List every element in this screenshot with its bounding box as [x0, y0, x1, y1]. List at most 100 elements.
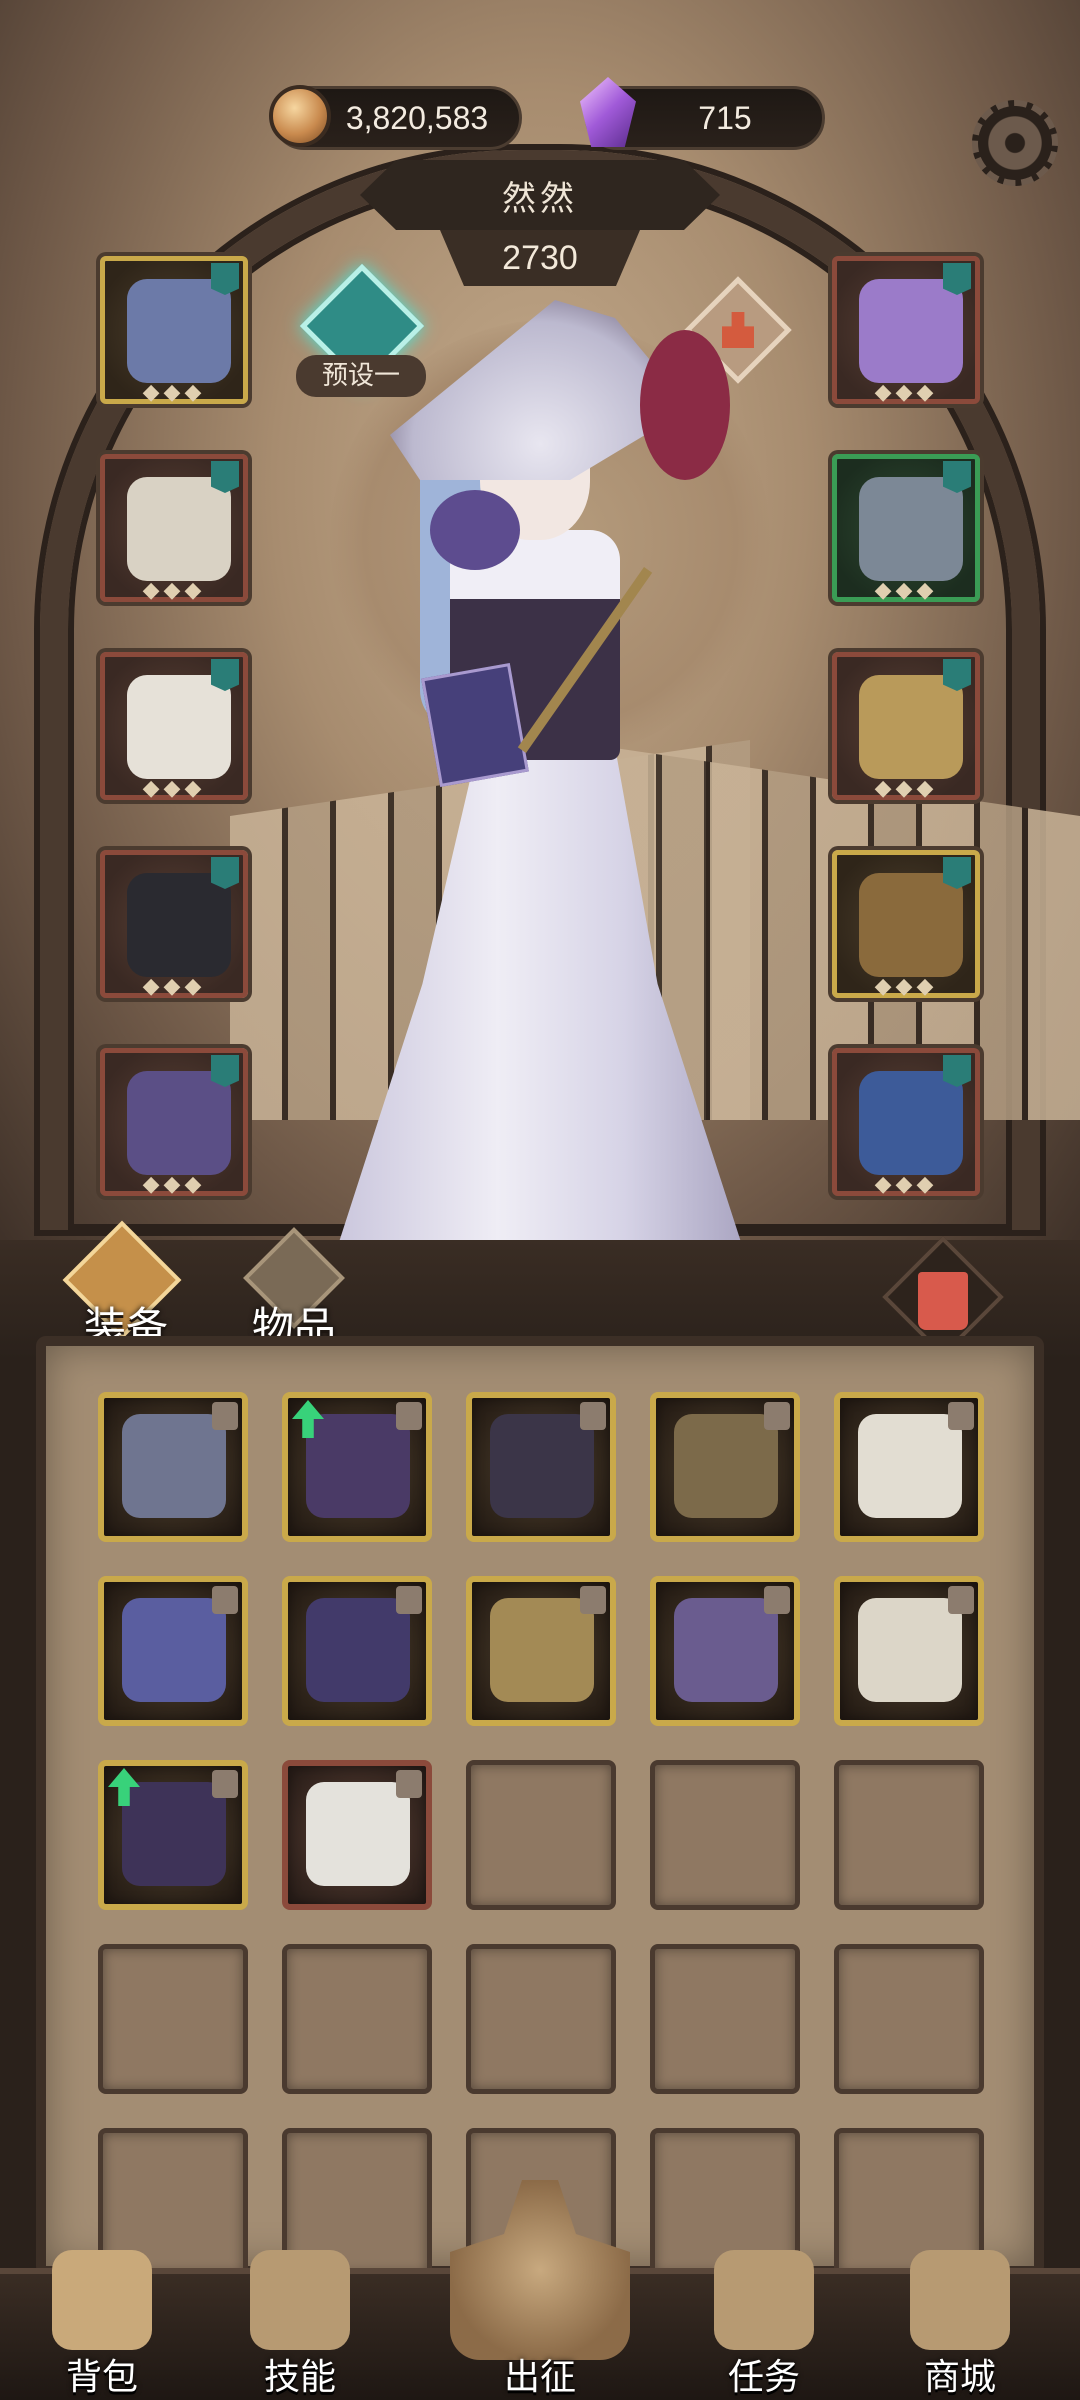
shoulder-icon — [859, 477, 963, 581]
inventory-item[interactable] — [98, 1760, 248, 1910]
hero-character — [250, 290, 810, 1280]
nav-backpack[interactable]: 背包 — [12, 2250, 192, 2400]
bookmark-icon — [211, 659, 239, 691]
bookmark-icon — [211, 1055, 239, 1087]
nav-label: 技能 — [263, 2357, 336, 2398]
inventory-item[interactable] — [282, 1576, 432, 1726]
settings-gear-icon[interactable] — [972, 100, 1058, 186]
socket-icon: ◆◆◆ — [142, 380, 206, 405]
nav-shop[interactable]: 商城 — [870, 2250, 1050, 2400]
socket-icon: ◆◆◆ — [142, 974, 206, 999]
nav-battle[interactable]: 出征 — [450, 2250, 630, 2400]
coin-counter[interactable]: 3,820,583 — [269, 85, 522, 150]
socket-icon: ◆◆◆ — [874, 578, 938, 603]
item-icon — [490, 1414, 594, 1518]
boots-icon — [127, 1071, 231, 1175]
inventory-empty-slot — [650, 1944, 800, 2094]
necklace-icon — [859, 279, 963, 383]
inventory-empty-slot — [98, 1944, 248, 2094]
inventory-item[interactable] — [834, 1576, 984, 1726]
bookmark-icon — [211, 461, 239, 493]
item-icon — [858, 1414, 962, 1518]
inventory-item[interactable] — [650, 1576, 800, 1726]
nav-label: 任务 — [727, 2357, 800, 2398]
socket-icon: ◆◆◆ — [142, 578, 206, 603]
weapon-slot[interactable]: ◆◆◆ — [832, 850, 980, 999]
boots-slot[interactable]: ◆◆◆ — [100, 1048, 248, 1197]
quest-icon — [714, 2250, 814, 2350]
item-icon — [306, 1414, 410, 1518]
hero-dress — [330, 750, 750, 1270]
nav-label: 出征 — [503, 2357, 576, 2398]
inventory-item[interactable] — [466, 1392, 616, 1542]
shield-icon — [859, 1071, 963, 1175]
item-icon — [490, 1598, 594, 1702]
lock-icon[interactable] — [948, 1586, 974, 1614]
lock-icon[interactable] — [764, 1402, 790, 1430]
gem-counter[interactable]: 715 — [580, 77, 825, 150]
bookmark-icon — [943, 659, 971, 691]
helmet-icon — [127, 279, 231, 383]
inventory-item[interactable] — [466, 1576, 616, 1726]
hero-name: 然然 — [502, 178, 578, 219]
ring-slot[interactable]: ◆◆◆ — [832, 652, 980, 801]
trash-icon — [918, 1272, 968, 1330]
gloves-slot[interactable]: ◆◆◆ — [100, 652, 248, 801]
lock-icon[interactable] — [764, 1586, 790, 1614]
lock-icon[interactable] — [580, 1586, 606, 1614]
lock-icon[interactable] — [396, 1770, 422, 1798]
spellbook — [421, 663, 529, 787]
item-icon — [122, 1598, 226, 1702]
lock-icon[interactable] — [212, 1586, 238, 1614]
item-icon — [122, 1414, 226, 1518]
socket-icon: ◆◆◆ — [142, 1172, 206, 1197]
lock-icon[interactable] — [212, 1770, 238, 1798]
inventory-empty-slot — [282, 1944, 432, 2094]
bookmark-icon — [943, 461, 971, 493]
lock-icon[interactable] — [580, 1402, 606, 1430]
skills-icon — [250, 2250, 350, 2350]
hero-power-plate: 2730 — [440, 230, 640, 286]
nav-skills[interactable]: 技能 — [210, 2250, 390, 2400]
helmet-slot[interactable]: ◆◆◆ — [100, 256, 248, 405]
item-icon — [306, 1598, 410, 1702]
armor-icon — [127, 477, 231, 581]
item-icon — [306, 1782, 410, 1886]
inventory-item[interactable] — [282, 1760, 432, 1910]
item-icon — [674, 1598, 778, 1702]
item-icon — [674, 1414, 778, 1518]
inventory-item[interactable] — [650, 1392, 800, 1542]
lock-icon[interactable] — [948, 1402, 974, 1430]
hero-power: 2730 — [502, 238, 578, 277]
lock-icon[interactable] — [396, 1402, 422, 1430]
necklace-slot[interactable]: ◆◆◆ — [832, 256, 980, 405]
hat-lining — [640, 330, 730, 480]
backpack-icon — [52, 2250, 152, 2350]
weapon-icon — [859, 873, 963, 977]
nav-quest[interactable]: 任务 — [674, 2250, 854, 2400]
shield-slot[interactable]: ◆◆◆ — [832, 1048, 980, 1197]
bookmark-icon — [943, 857, 971, 889]
shoulder-flower — [430, 490, 520, 570]
inventory-item[interactable] — [98, 1392, 248, 1542]
armor-slot[interactable]: ◆◆◆ — [100, 454, 248, 603]
inventory-grid — [36, 1336, 1044, 2278]
pants-slot[interactable]: ◆◆◆ — [100, 850, 248, 999]
bookmark-icon — [943, 1055, 971, 1087]
ring-icon — [859, 675, 963, 779]
item-icon — [858, 1598, 962, 1702]
inventory-empty-slot — [466, 1944, 616, 2094]
inventory-item[interactable] — [834, 1392, 984, 1542]
lock-icon[interactable] — [396, 1586, 422, 1614]
nav-label: 商城 — [923, 2357, 996, 2398]
inventory-item[interactable] — [98, 1576, 248, 1726]
socket-icon: ◆◆◆ — [874, 776, 938, 801]
nav-label: 背包 — [65, 2357, 138, 2398]
inventory-item[interactable] — [282, 1392, 432, 1542]
pants-icon — [127, 873, 231, 977]
lock-icon[interactable] — [212, 1402, 238, 1430]
inventory-empty-slot — [466, 1760, 616, 1910]
shoulder-slot[interactable]: ◆◆◆ — [832, 454, 980, 603]
socket-icon: ◆◆◆ — [874, 1172, 938, 1197]
inventory-empty-slot — [834, 1944, 984, 2094]
